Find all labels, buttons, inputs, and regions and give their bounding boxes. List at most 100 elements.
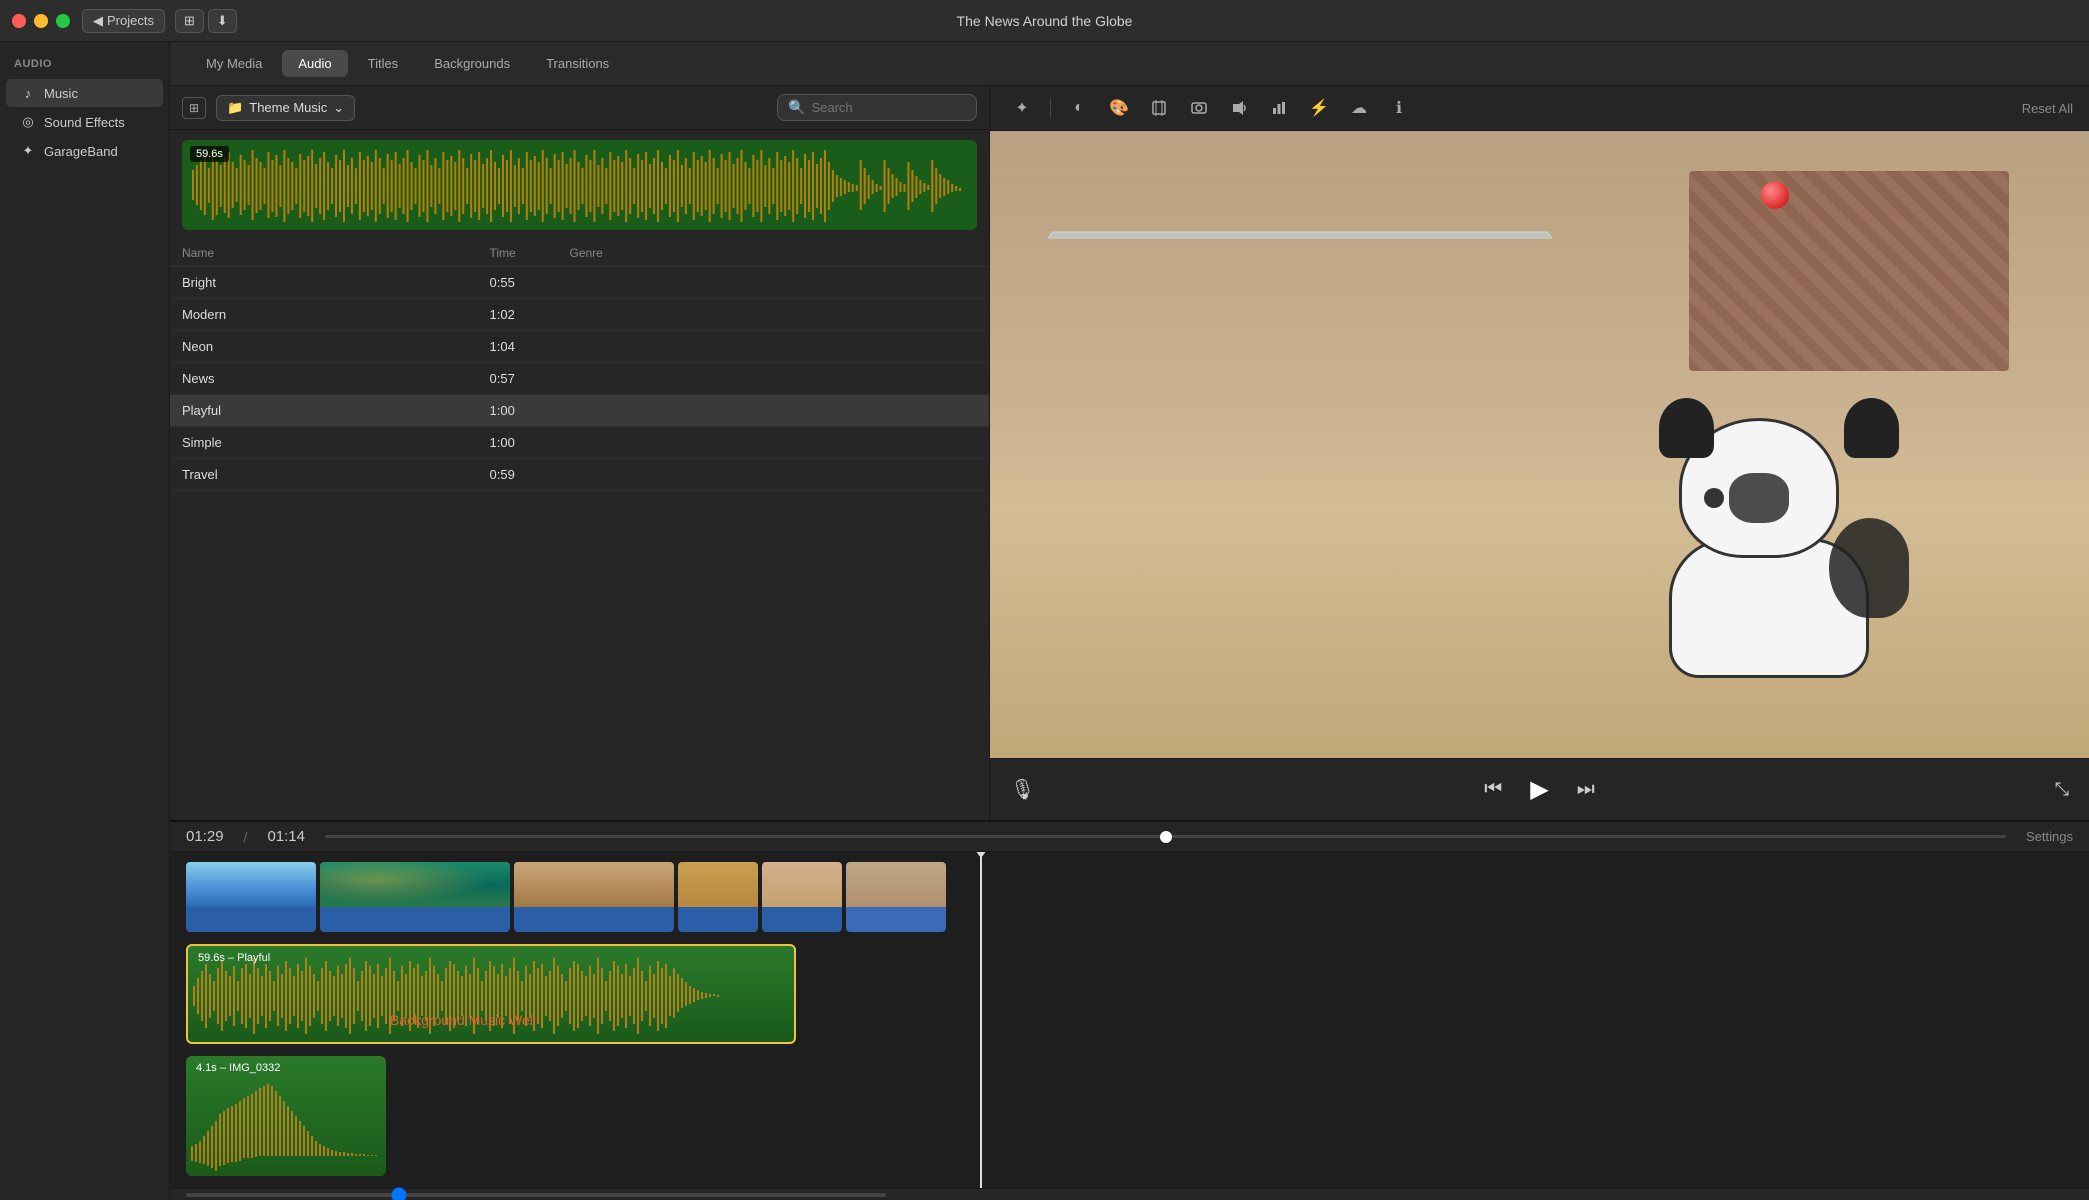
back-to-projects-button[interactable]: ◀ ◀ Projects Projects: [82, 9, 165, 33]
crop-button[interactable]: [1143, 94, 1175, 122]
mic-button[interactable]: 🎙: [1010, 777, 1035, 802]
audio-track-playful[interactable]: 59.6s – Playful: [186, 944, 796, 1044]
download-button[interactable]: ⬇: [208, 9, 237, 33]
maximize-button[interactable]: [56, 14, 70, 28]
timeline-tracks: 59.6s – Playful: [170, 852, 2089, 1188]
back-icon: ◀: [93, 13, 103, 29]
minimize-button[interactable]: [34, 14, 48, 28]
forward-button[interactable]: ⏭: [1573, 774, 1599, 805]
folder-name: Theme Music: [249, 100, 327, 115]
track-name: Simple: [182, 435, 490, 450]
track-list: Name Time Genre Bright 0:55 Modern 1:02: [170, 240, 989, 820]
sound-effects-icon: ◎: [20, 114, 36, 130]
track-row-news[interactable]: News 0:57: [170, 363, 989, 395]
main-audio-track-container: 59.6s – Playful: [186, 944, 2073, 1044]
audio-panel-header: ⊞ 📁 Theme Music ⌄ 🔍: [170, 86, 989, 130]
magic-wand-button[interactable]: ✦: [1006, 94, 1038, 122]
sidebar-item-sound-effects-label: Sound Effects: [44, 115, 125, 130]
video-clip-5[interactable]: [762, 862, 842, 932]
tab-titles[interactable]: Titles: [352, 50, 415, 77]
view-toggle-buttons: ⊞ ⬇: [175, 9, 237, 33]
timeline-header: 01:29 / 01:14 Settings: [170, 822, 2089, 852]
color-board-button[interactable]: 🎨: [1103, 94, 1135, 122]
traffic-lights: [12, 14, 70, 28]
track-time: 1:00: [490, 403, 570, 418]
track-row-modern[interactable]: Modern 1:02: [170, 299, 989, 331]
track-row-bright[interactable]: Bright 0:55: [170, 267, 989, 299]
waveform-visualization: [182, 140, 977, 230]
track-time: 0:55: [490, 275, 570, 290]
info-button[interactable]: ℹ: [1383, 94, 1415, 122]
track-time: 1:02: [490, 307, 570, 322]
track-time: 0:59: [490, 467, 570, 482]
chart-button[interactable]: [1263, 94, 1295, 122]
zoom-range-input[interactable]: [325, 835, 2006, 838]
video-clip-2[interactable]: [320, 862, 510, 932]
audio-track-playful-label: 59.6s – Playful: [198, 952, 270, 964]
audio-track-img0332-label: 4.1s – IMG_0332: [196, 1062, 280, 1074]
horizontal-scroll-input[interactable]: [186, 1193, 886, 1197]
timecode-separator: /: [244, 829, 248, 845]
tab-backgrounds[interactable]: Backgrounds: [418, 50, 526, 77]
fullscreen-button[interactable]: ⤡: [2055, 779, 2069, 800]
folder-selector[interactable]: 📁 Theme Music ⌄: [216, 95, 355, 121]
video-clip-6[interactable]: [846, 862, 946, 932]
timeline-section: 01:29 / 01:14 Settings: [170, 820, 2089, 1200]
sidebar-toggle-button[interactable]: ⊞: [182, 97, 206, 119]
bottom-track-row: 4.1s – IMG_0332: [186, 1056, 2073, 1176]
track-row-playful[interactable]: Playful 1:00: [170, 395, 989, 427]
main-content: My Media Audio Titles Backgrounds Transi…: [170, 42, 2089, 1200]
titlebar: ◀ ◀ Projects Projects ⊞ ⬇ The News Aroun…: [0, 0, 2089, 42]
track-genre: [570, 467, 670, 482]
track-time: 1:00: [490, 435, 570, 450]
playhead-triangle: [975, 852, 987, 858]
grid-view-button[interactable]: ⊞: [175, 9, 204, 33]
sidebar-item-sound-effects[interactable]: ◎ Sound Effects: [6, 108, 163, 136]
color-adjust-button[interactable]: ◐: [1063, 94, 1095, 122]
close-button[interactable]: [12, 14, 26, 28]
track-genre: [570, 275, 670, 290]
track-genre: [570, 307, 670, 322]
play-button[interactable]: ▶: [1526, 771, 1552, 808]
sidebar-item-music-label: Music: [44, 86, 78, 101]
audio-button[interactable]: [1223, 94, 1255, 122]
sidebar-item-music[interactable]: ♪ Music: [6, 79, 163, 107]
timeline-settings-button[interactable]: Settings: [2026, 829, 2073, 844]
nav-tabs: My Media Audio Titles Backgrounds Transi…: [170, 42, 2089, 86]
track-name: Playful: [182, 403, 490, 418]
track-row-simple[interactable]: Simple 1:00: [170, 427, 989, 459]
content-split: ⊞ 📁 Theme Music ⌄ 🔍 59.6s: [170, 86, 2089, 820]
search-box: 🔍: [777, 94, 977, 121]
track-row-neon[interactable]: Neon 1:04: [170, 331, 989, 363]
speed-button[interactable]: ⚡: [1303, 94, 1335, 122]
audio-track-img0332[interactable]: 4.1s – IMG_0332: [186, 1056, 386, 1176]
noise-reduction-button[interactable]: ☁: [1343, 94, 1375, 122]
preview-panel: ✦ ◐ 🎨: [990, 86, 2089, 820]
video-clip-3[interactable]: [514, 862, 674, 932]
toolbar-separator-1: [1050, 98, 1051, 118]
camera-button[interactable]: [1183, 94, 1215, 122]
video-clip-1[interactable]: [186, 862, 316, 932]
background-music-well-label: Background Music Well: [390, 1012, 536, 1028]
bottom-track-waveform: [186, 1056, 386, 1176]
tab-transitions[interactable]: Transitions: [530, 50, 625, 77]
track-row-travel[interactable]: Travel 0:59: [170, 459, 989, 491]
track-name: Travel: [182, 467, 490, 482]
zoom-slider: [325, 835, 2006, 838]
track-name: Neon: [182, 339, 490, 354]
video-clip-4[interactable]: [678, 862, 758, 932]
search-input[interactable]: [811, 100, 966, 115]
tab-my-media[interactable]: My Media: [190, 50, 278, 77]
track-genre: [570, 435, 670, 450]
sidebar-item-garageband-label: GarageBand: [44, 144, 118, 159]
track-list-header: Name Time Genre: [170, 240, 989, 267]
sidebar-item-garageband[interactable]: ✦ GarageBand: [6, 137, 163, 165]
music-icon: ♪: [20, 85, 36, 101]
rewind-button[interactable]: ⏮: [1480, 774, 1506, 805]
garageband-icon: ✦: [20, 143, 36, 159]
toolbar: ✦ ◐ 🎨: [990, 86, 2089, 131]
tab-audio[interactable]: Audio: [282, 50, 347, 77]
col-genre-header: Genre: [570, 246, 670, 260]
track-time: 0:57: [490, 371, 570, 386]
reset-all-button[interactable]: Reset All: [2022, 101, 2073, 116]
